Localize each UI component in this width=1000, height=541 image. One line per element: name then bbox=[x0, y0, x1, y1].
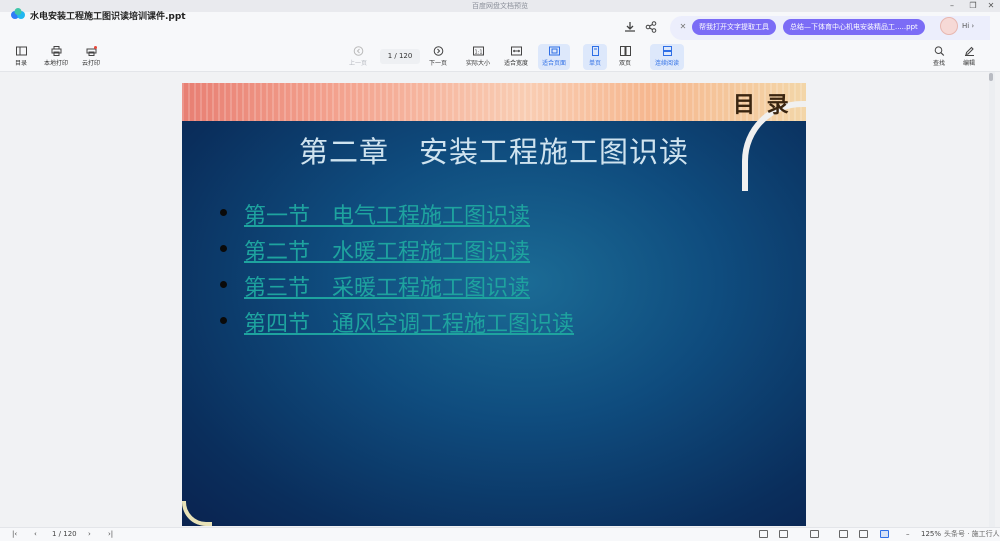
ai-chip-extract-text[interactable]: 帮我打开文字提取工具 bbox=[692, 19, 776, 35]
next-page-icon[interactable]: › bbox=[88, 529, 91, 539]
watermark-text: 头条号 · 施工行人 bbox=[944, 530, 1000, 538]
toc-link-section-2[interactable]: 第二节 水暖工程施工图识读 bbox=[244, 234, 530, 266]
slide-band-pattern bbox=[182, 83, 806, 121]
status-continuous-icon[interactable] bbox=[810, 530, 819, 538]
printer-icon bbox=[51, 46, 61, 56]
view-continuous-button[interactable]: 连续阅读 bbox=[650, 44, 684, 70]
actual-size-icon: 1:1 bbox=[472, 46, 484, 56]
chevron-right-circle-icon bbox=[433, 46, 443, 56]
svg-text:1:1: 1:1 bbox=[474, 49, 482, 55]
ai-chip-summary[interactable]: 总结—下体育中心机电安装精品工.....ppt bbox=[783, 19, 925, 35]
document-title: 水电安装工程施工图识读培训课件.ppt bbox=[30, 12, 186, 22]
continuous-scroll-icon bbox=[662, 46, 672, 56]
bullet-icon bbox=[220, 281, 227, 288]
status-single-page-icon[interactable] bbox=[759, 530, 768, 538]
close-window-icon[interactable]: ✕ bbox=[984, 0, 998, 12]
slide-title: 第二章 安装工程施工图识读 bbox=[298, 135, 689, 169]
next-page-button[interactable]: 下一页 bbox=[424, 44, 452, 70]
slide-corner-title: 目 录 bbox=[733, 92, 791, 118]
status-page-number[interactable]: 1 / 120 bbox=[52, 529, 77, 539]
ai-avatar[interactable] bbox=[940, 17, 958, 35]
view-single-page-button[interactable]: 单页 bbox=[583, 44, 607, 70]
ai-greeting[interactable]: Hi › bbox=[962, 22, 974, 30]
toc-link-section-1[interactable]: 第一节 电气工程施工图识读 bbox=[244, 198, 530, 230]
toc-link-section-4[interactable]: 第四节 通风空调工程施工图识读 bbox=[244, 306, 574, 338]
toc-link-section-3[interactable]: 第三节 采暖工程施工图识读 bbox=[244, 270, 530, 302]
bullet-icon bbox=[220, 245, 227, 252]
toc-button[interactable]: 目录 bbox=[8, 44, 34, 70]
last-page-icon[interactable]: ›| bbox=[108, 529, 113, 539]
bullet-icon bbox=[220, 317, 227, 324]
page-number-input[interactable]: 1 / 120 bbox=[380, 49, 420, 64]
minimize-icon[interactable]: – bbox=[945, 0, 959, 12]
local-print-button[interactable]: 本地打印 bbox=[40, 44, 72, 70]
slide-decorative-corner bbox=[182, 501, 212, 526]
view-double-page-button[interactable]: 双页 bbox=[613, 44, 637, 70]
cloud-print-button[interactable]: 云打印 bbox=[78, 44, 104, 70]
prev-page-icon[interactable]: ‹ bbox=[34, 529, 37, 539]
restore-icon[interactable]: ❐ bbox=[966, 0, 980, 12]
first-page-icon[interactable]: |‹ bbox=[12, 529, 17, 539]
ai-close-icon[interactable]: ✕ bbox=[678, 22, 688, 32]
view-fit-page-button[interactable]: 适合页面 bbox=[538, 44, 570, 70]
status-actual-size-icon[interactable] bbox=[839, 530, 848, 538]
fit-width-icon bbox=[510, 46, 522, 56]
single-page-icon bbox=[591, 46, 599, 56]
view-actual-size-button[interactable]: 1:1 实际大小 bbox=[462, 44, 494, 70]
chevron-left-circle-icon bbox=[353, 46, 363, 56]
slide-page: 目 录 第二章 安装工程施工图识读 第一节 电气工程施工图识读 第二节 水暖工程… bbox=[182, 83, 806, 526]
status-double-page-icon[interactable] bbox=[779, 530, 788, 538]
bullet-icon bbox=[220, 209, 227, 216]
edit-button[interactable]: 编辑 bbox=[958, 44, 980, 70]
pen-icon bbox=[964, 46, 974, 56]
scrollbar-thumb[interactable] bbox=[989, 73, 993, 81]
fit-page-icon bbox=[548, 46, 560, 56]
baidu-netdisk-logo bbox=[11, 8, 25, 19]
sidebar-icon bbox=[15, 46, 27, 56]
share-icon[interactable] bbox=[644, 20, 658, 34]
find-button[interactable]: 查找 bbox=[928, 44, 950, 70]
vertical-scrollbar[interactable] bbox=[989, 72, 995, 527]
status-fit-page-icon[interactable] bbox=[880, 530, 889, 538]
download-icon[interactable] bbox=[623, 20, 637, 34]
zoom-level[interactable]: 125% bbox=[921, 529, 941, 539]
cloud-printer-icon bbox=[86, 46, 97, 56]
status-fit-width-icon[interactable] bbox=[859, 530, 868, 538]
double-page-icon bbox=[619, 46, 631, 56]
prev-page-button[interactable]: 上一页 bbox=[344, 44, 372, 70]
zoom-out-icon[interactable]: – bbox=[906, 529, 910, 539]
view-fit-width-button[interactable]: 适合宽度 bbox=[500, 44, 532, 70]
status-bar bbox=[0, 527, 1000, 541]
search-icon bbox=[934, 46, 944, 56]
